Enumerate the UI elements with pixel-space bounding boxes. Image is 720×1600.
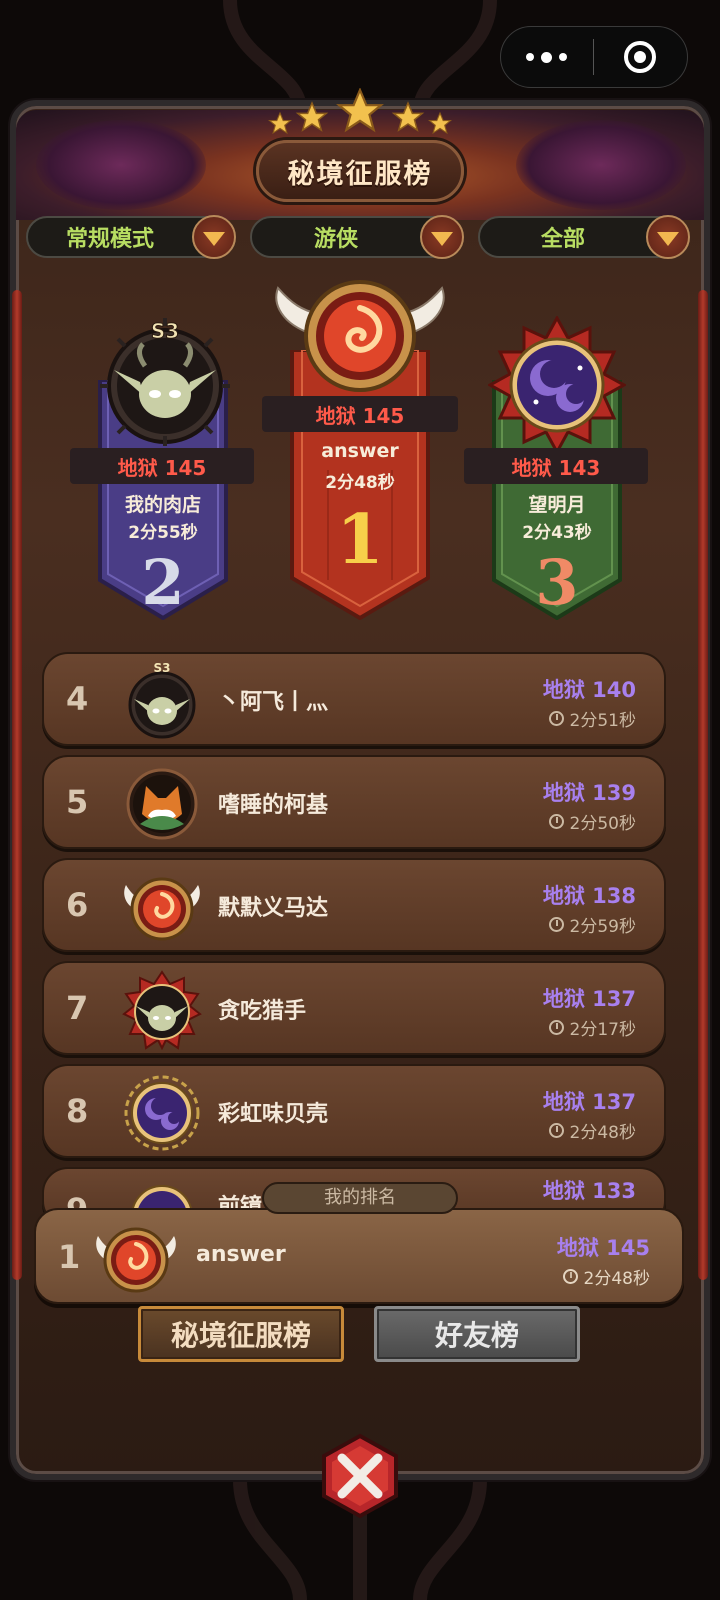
more-dot-icon — [526, 53, 535, 61]
clock-icon — [548, 814, 564, 829]
list-item-time: 2分50秒 — [548, 809, 636, 834]
list-item-name: 嗜睡的柯基 — [218, 793, 329, 818]
list-item[interactable]: 6 默默义马达 地狱 138 2分59秒 — [42, 858, 666, 952]
list-item-rank: 4 — [66, 680, 89, 718]
my-rank-score: 地狱 145 — [556, 1236, 650, 1260]
stars-icon — [268, 88, 452, 134]
podium-3-time: 2分43秒 — [522, 523, 592, 543]
filter-mode-dropdown[interactable]: 常规模式 — [26, 215, 236, 259]
page-title-text: 秘境征服榜 — [287, 158, 433, 190]
svg-text:S3: S3 — [154, 661, 171, 675]
list-item[interactable]: 7 贪吃猎手 地狱 137 2分17秒 — [42, 961, 666, 1055]
list-item-name: 默默义马达 — [218, 896, 329, 921]
fire-orb-avatar-icon — [275, 280, 445, 392]
podium-3-score: 地狱 143 — [464, 448, 648, 484]
right-rail-decoration — [698, 290, 708, 1280]
list-item-rank: 6 — [66, 886, 89, 924]
list-item-time: 2分51秒 — [548, 706, 636, 731]
podium-2-time: 2分55秒 — [128, 523, 198, 543]
clock-icon — [548, 917, 564, 932]
fire-orb-avatar-icon — [124, 877, 200, 941]
svg-text:S3: S3 — [151, 319, 179, 343]
podium-2-name: 我的肉店 — [124, 494, 201, 516]
podium-3-rank: 3 — [535, 546, 579, 619]
list-item-time: 2分48秒 — [548, 1118, 636, 1143]
my-rank-name: answer — [196, 1242, 286, 1267]
filter-class-dropdown[interactable]: 游侠 — [250, 215, 464, 259]
moon-avatar-icon — [488, 316, 626, 454]
list-item-rank: 8 — [66, 1092, 89, 1130]
exit-miniprogram-button[interactable] — [594, 41, 688, 73]
list-item-rank: 7 — [66, 989, 89, 1027]
fire-orb-avatar-icon — [96, 1227, 176, 1293]
my-rank-row[interactable]: 1 answer 地狱 145 2分48秒 — [34, 1208, 684, 1304]
more-button[interactable] — [501, 51, 593, 63]
list-item-score: 地狱 139 — [542, 781, 636, 805]
list-item-rank: 5 — [66, 783, 89, 821]
goblin-avatar-icon — [122, 970, 202, 1050]
clock-icon — [548, 711, 564, 726]
list-item-time: 2分59秒 — [548, 912, 636, 937]
more-dot-icon — [559, 53, 568, 61]
list-item-name: 贪吃猎手 — [218, 999, 307, 1024]
my-rank-label: 我的排名 — [262, 1182, 458, 1214]
list-item-score: 地狱 137 — [542, 1090, 636, 1114]
list-item-name: 彩虹味贝壳 — [218, 1102, 329, 1127]
list-item[interactable]: 4 S3 丶阿飞丨灬 地狱 140 2分51秒 — [42, 652, 666, 746]
target-icon — [624, 41, 657, 73]
page-title: 秘境征服榜 — [256, 140, 464, 202]
filter-class-label: 游侠 — [313, 227, 358, 252]
filter-scope-label: 全部 — [540, 227, 585, 252]
clock-icon — [548, 1020, 564, 1035]
my-rank-time: 2分48秒 — [562, 1264, 650, 1289]
fox-avatar-icon — [126, 768, 198, 840]
list-item-time: 2分17秒 — [548, 1015, 636, 1040]
podium-3-name: 望明月 — [528, 494, 586, 516]
podium-2-rank: 2 — [141, 546, 185, 619]
list-item-score: 地狱 140 — [542, 678, 636, 702]
more-dot-icon — [541, 51, 553, 63]
list-item[interactable]: 8 彩虹味贝壳 地狱 137 2分48秒 — [42, 1064, 666, 1158]
moon-avatar-icon — [124, 1075, 200, 1151]
list-item-score: 地狱 137 — [542, 987, 636, 1011]
list-item[interactable]: 5 嗜睡的柯基 地狱 139 2分50秒 — [42, 755, 666, 849]
goblin-avatar-icon: S3 — [128, 661, 196, 739]
my-rank-number: 1 — [58, 1238, 81, 1276]
miniprogram-capsule — [500, 26, 688, 88]
list-item-name: 丶阿飞丨灬 — [218, 690, 329, 715]
close-icon[interactable] — [316, 1432, 404, 1520]
filter-scope-dropdown[interactable]: 全部 — [478, 215, 690, 259]
podium-1-name: answer — [321, 440, 399, 462]
tab-friends[interactable]: 好友榜 — [374, 1306, 580, 1362]
clock-icon — [562, 1269, 578, 1284]
tab-realm-conquest[interactable]: 秘境征服榜 — [138, 1306, 344, 1362]
clock-icon — [548, 1123, 564, 1138]
chevron-down-icon — [192, 215, 236, 259]
left-rail-decoration — [12, 290, 22, 1280]
list-item-score: 地狱 133 — [542, 1179, 636, 1203]
podium-1-time: 2分48秒 — [325, 473, 395, 493]
goblin-avatar-icon: S3 — [100, 318, 230, 446]
chevron-down-icon — [646, 215, 690, 259]
podium-1-score: 地狱 145 — [262, 396, 458, 432]
list-item-score: 地狱 138 — [542, 884, 636, 908]
filter-mode-label: 常规模式 — [65, 227, 154, 252]
chevron-down-icon — [420, 215, 464, 259]
podium-2-score: 地狱 145 — [70, 448, 254, 484]
podium-1-rank: 1 — [336, 500, 384, 580]
